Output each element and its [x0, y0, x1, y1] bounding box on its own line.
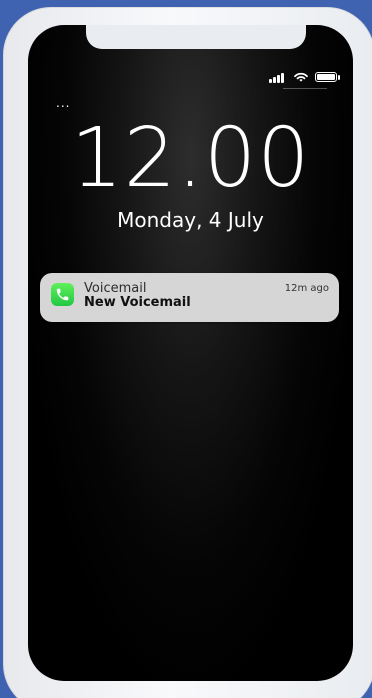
signal-icon [269, 71, 287, 83]
voicemail-notification[interactable]: Voicemail New Voicemail 12m ago [40, 273, 339, 322]
lock-screen: ... 12.00 Monday, 4 July Voicemail New V… [28, 25, 353, 681]
status-divider [283, 88, 327, 89]
more-dots-icon: ... [56, 96, 71, 110]
notification-title: New Voicemail [84, 295, 191, 310]
clock-date: Monday, 4 July [117, 208, 264, 232]
notch [86, 25, 306, 49]
clock-time: 12.00 [70, 111, 311, 206]
status-bar [269, 70, 340, 84]
phone-icon [51, 283, 74, 306]
stage: ... 12.00 Monday, 4 July Voicemail New V… [0, 0, 372, 698]
wifi-icon [293, 71, 309, 83]
battery-icon [315, 72, 340, 82]
notification-time: 12m ago [284, 283, 329, 294]
